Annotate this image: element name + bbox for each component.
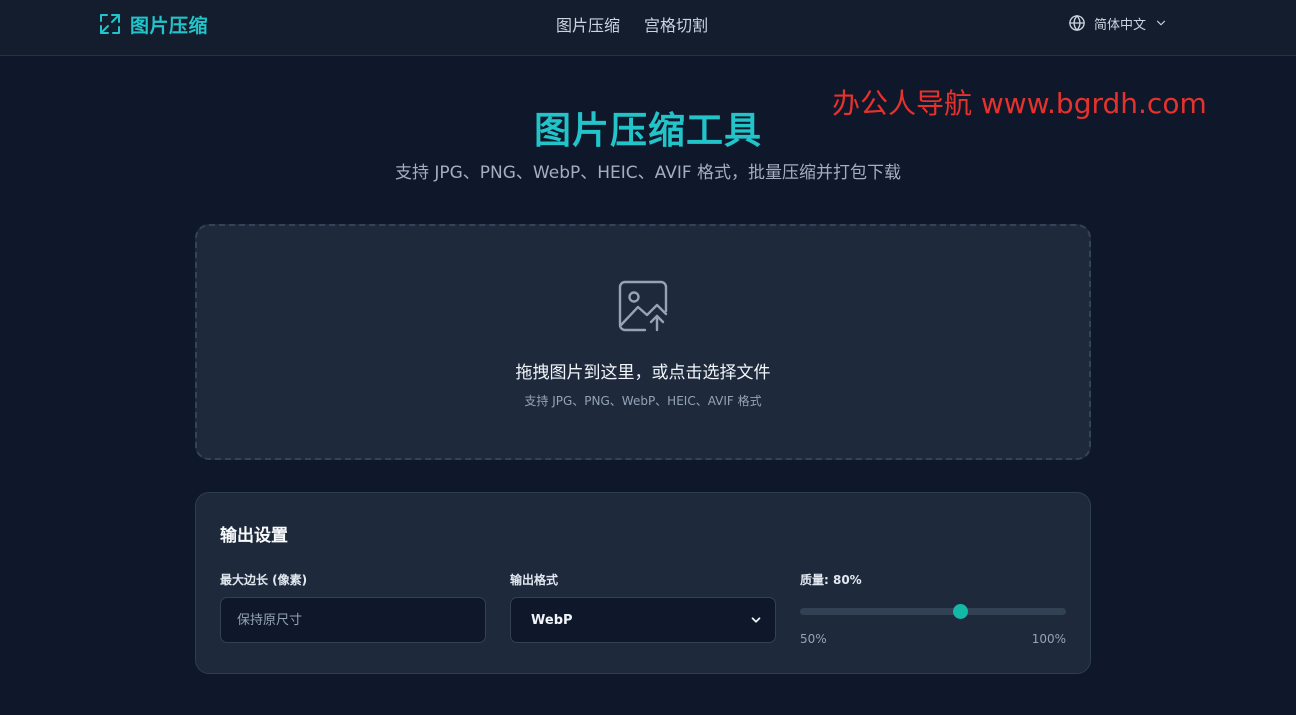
- max-edge-input[interactable]: [220, 597, 486, 643]
- max-edge-label: 最大边长 (像素): [220, 573, 308, 587]
- top-navbar: 图片压缩 图片压缩 宫格切割 简体中文: [0, 0, 1296, 56]
- quality-slider[interactable]: [800, 604, 1066, 619]
- page-subtitle: 支持 JPG、PNG、WebP、HEIC、AVIF 格式，批量压缩并打包下载: [394, 163, 902, 183]
- page-title: 图片压缩工具: [534, 109, 762, 152]
- image-upload-icon: [615, 278, 671, 334]
- chevron-down-icon: [1154, 16, 1168, 30]
- nav-link-compress[interactable]: 图片压缩: [556, 12, 620, 36]
- slider-track: [800, 608, 1066, 615]
- quality-max-label: 100%: [1031, 632, 1066, 646]
- dropzone-formats: 支持 JPG、PNG、WebP、HEIC、AVIF 格式: [524, 394, 762, 408]
- format-label: 输出格式: [510, 573, 559, 587]
- main-nav: 图片压缩 宫格切割: [556, 12, 708, 36]
- language-selector[interactable]: 简体中文: [1068, 13, 1168, 33]
- language-label: 简体中文: [1094, 17, 1147, 33]
- compress-icon: [98, 12, 122, 36]
- output-settings-panel: 输出设置 最大边长 (像素) 输出格式 WebP 质量: 80% 50% 100…: [195, 492, 1091, 674]
- globe-icon: [1068, 14, 1086, 32]
- dropzone-title: 拖拽图片到这里，或点击选择文件: [515, 363, 771, 383]
- brand-logo[interactable]: 图片压缩: [98, 10, 208, 38]
- format-select[interactable]: WebP: [510, 597, 776, 643]
- chevron-down-icon: [749, 613, 763, 627]
- nav-link-grid-split[interactable]: 宫格切割: [644, 12, 708, 36]
- settings-title: 输出设置: [220, 526, 288, 546]
- upload-dropzone[interactable]: 拖拽图片到这里，或点击选择文件 支持 JPG、PNG、WebP、HEIC、AVI…: [195, 224, 1091, 460]
- format-selected-value: WebP: [531, 612, 573, 628]
- brand-name: 图片压缩: [130, 14, 209, 37]
- slider-thumb[interactable]: [952, 604, 968, 619]
- quality-label: 质量: 80%: [800, 573, 862, 587]
